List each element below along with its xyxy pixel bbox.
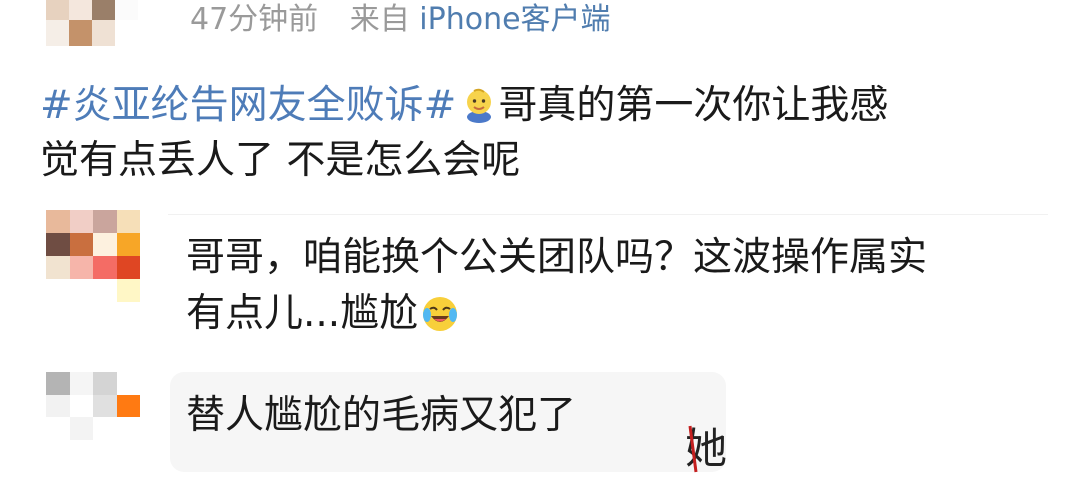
laugh-cry-emoji-icon [423,297,458,331]
post-content: #炎亚纶告网友全败诉# 哥真的第一次你让我感 觉有点丢人了 不是怎么会呢 [40,78,1040,188]
post-device-link[interactable]: iPhone客户端 [419,2,610,37]
comment-text-line-1: 哥哥，咱能换个公关团队吗？这波操作属实 [186,235,928,280]
post-meta: 47分钟前 来自 iPhone客户端 [190,0,611,40]
post-time: 47分钟前 [190,2,319,37]
baby-face-emoji-icon [467,88,492,123]
comment-item: 替人尴尬的毛病又犯了 [186,388,706,444]
topic-hashtag-link[interactable]: #炎亚纶告网友全败诉# [40,83,456,128]
comment-text-line-2: 有点儿...尴尬 [186,291,419,336]
comment-avatar[interactable] [46,210,140,302]
comment-text: 替人尴尬的毛病又犯了 [186,393,577,438]
comment-avatar[interactable] [46,372,140,440]
post-text-line-1: 哥真的第一次你让我感 [498,83,889,128]
watermark-logo: 她 [685,424,727,473]
comments-divider [168,214,1048,215]
post-text-line-2: 觉有点丢人了 不是怎么会呢 [40,138,521,183]
comment-item: 哥哥，咱能换个公关团队吗？这波操作属实 有点儿...尴尬 [186,230,1056,342]
post-author-avatar[interactable] [46,0,138,46]
post-source-prefix: 来自 [349,2,410,37]
